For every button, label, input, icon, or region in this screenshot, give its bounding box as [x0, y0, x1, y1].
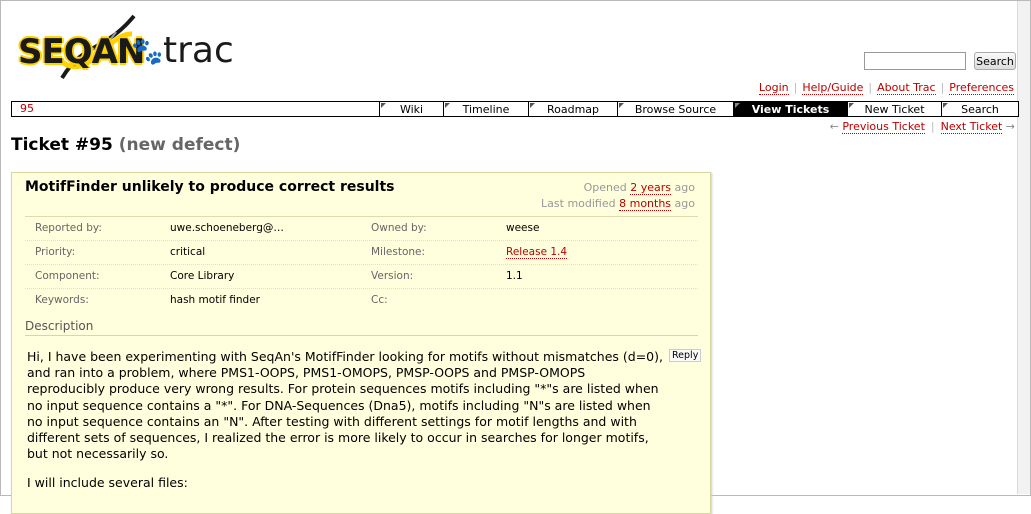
seqan-trac-logo[interactable]: SEQAN 🐾 trac [14, 10, 234, 92]
owned-by-value: weese [506, 222, 540, 234]
description-paragraph: Hi, I have been experimenting with SeqAn… [27, 349, 663, 462]
priority-label: Priority: [35, 246, 76, 258]
keywords-label: Keywords: [35, 294, 89, 306]
ticket-properties: Reported by: uwe.schoeneberg@… Owned by:… [25, 216, 698, 312]
previous-ticket-link[interactable]: Previous Ticket [842, 120, 925, 134]
modified-date: Last modified 8 months ago [541, 196, 695, 212]
login-link[interactable]: Login [758, 81, 789, 95]
opened-suffix: ago [674, 181, 695, 194]
property-row: Component: Core Library Version: 1.1 [25, 265, 698, 289]
scrollbar[interactable] [1017, 1, 1030, 494]
modified-prefix: Last modified [541, 197, 616, 210]
opened-prefix: Opened [583, 181, 627, 194]
next-ticket-link[interactable]: Next Ticket [940, 120, 1003, 134]
owned-by-label: Owned by: [371, 222, 427, 234]
ticket-box: MotifFinder unlikely to produce correct … [11, 172, 711, 514]
opened-date: Opened 2 years ago [541, 180, 695, 196]
property-row: Priority: critical Milestone: Release 1.… [25, 241, 698, 265]
meta-navigation: Login | Help/Guide | About Trac | Preferences [758, 81, 1014, 95]
modified-suffix: ago [674, 197, 695, 210]
left-arrow-icon: ← [829, 120, 839, 133]
property-row: Reported by: uwe.schoeneberg@… Owned by:… [25, 217, 698, 241]
milestone-label: Milestone: [371, 246, 426, 258]
logo-seqan-text: SEQAN [18, 32, 145, 72]
component-label: Component: [35, 270, 100, 282]
tab-roadmap[interactable]: Roadmap [528, 102, 617, 116]
ticket-summary: MotifFinder unlikely to produce correct … [25, 179, 395, 195]
context-ticket-number[interactable]: 95 [20, 102, 34, 116]
version-label: Version: [371, 270, 414, 282]
ticket-status: (new defect) [118, 135, 241, 155]
page-title: Ticket #95 (new defect) [11, 135, 240, 155]
search-input[interactable] [864, 52, 966, 70]
ticket-dates: Opened 2 years ago Last modified 8 month… [541, 180, 695, 212]
description-paragraph: I will include several files: [27, 475, 188, 490]
paw-icon: 🐾 [131, 37, 164, 67]
keywords-value: hash motif finder [170, 294, 260, 306]
tab-browse-source[interactable]: Browse Source [617, 102, 733, 116]
description-heading: Description [25, 319, 698, 336]
milestone-link[interactable]: Release 1.4 [506, 246, 568, 259]
ticket-id: Ticket #95 [11, 135, 113, 155]
reported-by-label: Reported by: [35, 222, 102, 234]
tab-view-tickets[interactable]: View Tickets [733, 102, 847, 116]
property-row: Keywords: hash motif finder Cc: [25, 289, 698, 312]
preferences-link[interactable]: Preferences [949, 81, 1014, 95]
component-value: Core Library [170, 270, 235, 282]
tab-new-ticket[interactable]: New Ticket [847, 102, 941, 116]
tab-search[interactable]: Search [941, 102, 1018, 116]
opened-link[interactable]: 2 years [630, 181, 672, 195]
tab-timeline[interactable]: Timeline [443, 102, 528, 116]
reported-by-value: uwe.schoeneberg@… [170, 222, 284, 234]
right-arrow-icon: → [1005, 120, 1015, 133]
version-value: 1.1 [506, 270, 523, 282]
logo-trac-text: trac [163, 30, 234, 71]
about-trac-link[interactable]: About Trac [877, 81, 936, 95]
main-navigation: 95 Wiki Timeline Roadmap Browse Source V… [11, 101, 1019, 117]
reply-button[interactable]: Reply [669, 349, 702, 362]
tab-wiki[interactable]: Wiki [379, 102, 443, 116]
help-guide-link[interactable]: Help/Guide [802, 81, 864, 95]
ticket-navigation: ← Previous Ticket | Next Ticket → [829, 120, 1015, 134]
modified-link[interactable]: 8 months [619, 197, 672, 211]
search-button[interactable]: Search [974, 52, 1016, 70]
cc-label: Cc: [371, 294, 388, 306]
priority-value: critical [170, 246, 206, 258]
